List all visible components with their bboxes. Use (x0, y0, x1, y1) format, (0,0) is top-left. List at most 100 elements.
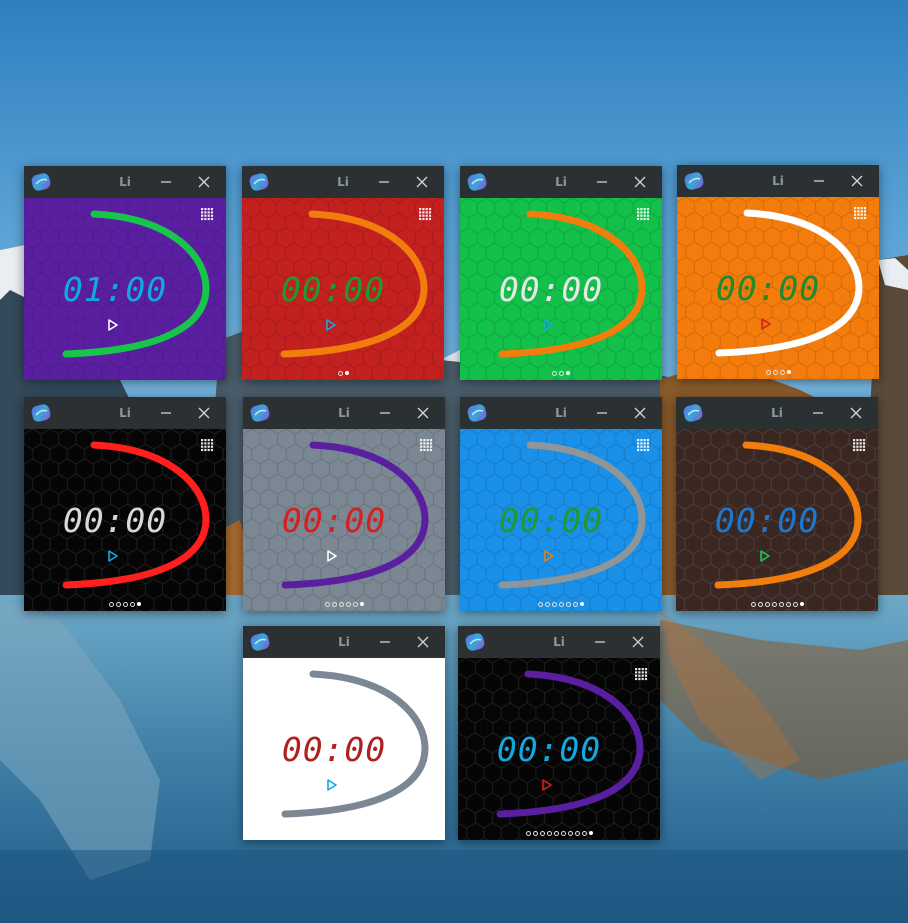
minimize-icon[interactable] (377, 405, 393, 421)
grid-menu-icon[interactable] (637, 208, 650, 221)
timer-window[interactable]: Li 00:00 (460, 397, 662, 611)
window-titlebar[interactable]: Li (243, 626, 445, 658)
grid-menu-icon[interactable] (420, 439, 433, 452)
close-icon[interactable] (196, 405, 212, 421)
page-dot[interactable] (545, 601, 550, 607)
minimize-icon[interactable] (810, 405, 826, 421)
play-icon[interactable] (325, 319, 337, 331)
page-dot[interactable] (338, 601, 344, 607)
close-icon[interactable] (415, 634, 431, 650)
close-icon[interactable] (415, 405, 431, 421)
play-icon[interactable] (107, 550, 119, 562)
window-titlebar[interactable]: Li (24, 397, 226, 429)
timer-window[interactable]: Li 00:00 (243, 626, 445, 840)
window-titlebar[interactable]: Li (460, 397, 662, 429)
play-icon[interactable] (326, 779, 338, 791)
timer-window[interactable]: Li 00:00 (24, 397, 226, 611)
window-titlebar[interactable]: Li (242, 166, 444, 198)
page-dot[interactable] (779, 369, 785, 375)
page-dot[interactable] (324, 601, 330, 607)
page-dot[interactable] (764, 601, 770, 607)
play-icon[interactable] (759, 550, 771, 562)
page-dot[interactable] (750, 601, 756, 607)
page-dot[interactable] (785, 601, 791, 607)
page-dot[interactable] (574, 830, 580, 836)
page-dot[interactable] (588, 831, 593, 835)
play-icon[interactable] (543, 319, 555, 331)
timer-window[interactable]: Li 00:00 (242, 166, 444, 380)
grid-menu-icon[interactable] (635, 668, 648, 681)
minimize-icon[interactable] (376, 174, 392, 190)
close-icon[interactable] (848, 405, 864, 421)
page-dot[interactable] (344, 371, 349, 375)
minimize-icon[interactable] (377, 634, 393, 650)
page-dot[interactable] (792, 601, 798, 607)
grid-menu-icon[interactable] (419, 208, 432, 221)
page-dot[interactable] (765, 369, 771, 375)
play-icon[interactable] (543, 550, 555, 562)
close-icon[interactable] (630, 634, 646, 650)
page-dot[interactable] (359, 602, 364, 606)
close-icon[interactable] (632, 174, 648, 190)
grid-menu-icon[interactable] (201, 208, 214, 221)
page-dot[interactable] (757, 601, 763, 607)
minimize-icon[interactable] (158, 405, 174, 421)
minimize-icon[interactable] (592, 634, 608, 650)
page-dot[interactable] (123, 601, 128, 607)
window-titlebar[interactable]: Li (460, 166, 662, 198)
page-dot[interactable] (552, 601, 557, 607)
grid-menu-icon[interactable] (854, 207, 867, 220)
window-titlebar[interactable]: Li (24, 166, 226, 198)
minimize-icon[interactable] (594, 405, 610, 421)
page-dot[interactable] (539, 830, 545, 836)
timer-window[interactable]: Li 00:00 (458, 626, 660, 840)
minimize-icon[interactable] (811, 173, 827, 189)
page-dot[interactable] (552, 370, 557, 376)
timer-window[interactable]: Li 00:00 (460, 166, 662, 380)
page-dot[interactable] (559, 601, 564, 607)
timer-window[interactable]: Li 01:00 (24, 166, 226, 380)
page-dot[interactable] (546, 830, 552, 836)
page-dot[interactable] (786, 370, 791, 374)
page-dot[interactable] (566, 601, 571, 607)
page-dot[interactable] (532, 830, 538, 836)
play-icon[interactable] (107, 319, 119, 331)
timer-window[interactable]: Li 00:00 (243, 397, 445, 611)
page-dot[interactable] (580, 602, 584, 606)
close-icon[interactable] (849, 173, 865, 189)
page-dot[interactable] (771, 601, 777, 607)
window-titlebar[interactable]: Li (677, 165, 879, 197)
page-dot[interactable] (352, 601, 358, 607)
page-dot[interactable] (799, 602, 804, 606)
page-dot[interactable] (109, 601, 114, 607)
page-dot[interactable] (772, 369, 778, 375)
minimize-icon[interactable] (158, 174, 174, 190)
page-dot[interactable] (137, 602, 141, 606)
close-icon[interactable] (196, 174, 212, 190)
play-icon[interactable] (541, 779, 553, 791)
timer-window[interactable]: Li 00:00 (676, 397, 878, 611)
close-icon[interactable] (414, 174, 430, 190)
page-dot[interactable] (581, 830, 587, 836)
page-dot[interactable] (573, 601, 578, 607)
timer-window[interactable]: Li 00:00 (677, 165, 879, 379)
page-dot[interactable] (331, 601, 337, 607)
page-dot[interactable] (345, 601, 351, 607)
page-dot[interactable] (553, 830, 559, 836)
page-dot[interactable] (566, 371, 570, 375)
grid-menu-icon[interactable] (637, 439, 650, 452)
page-dot[interactable] (567, 830, 573, 836)
page-dot[interactable] (559, 370, 564, 376)
grid-menu-icon[interactable] (853, 439, 866, 452)
play-icon[interactable] (326, 550, 338, 562)
page-dot[interactable] (538, 601, 543, 607)
page-dot[interactable] (778, 601, 784, 607)
play-icon[interactable] (760, 318, 772, 330)
window-titlebar[interactable]: Li (676, 397, 878, 429)
page-dot[interactable] (560, 830, 566, 836)
page-dot[interactable] (130, 601, 135, 607)
close-icon[interactable] (632, 405, 648, 421)
page-dot[interactable] (116, 601, 121, 607)
page-dot[interactable] (337, 370, 343, 376)
minimize-icon[interactable] (594, 174, 610, 190)
